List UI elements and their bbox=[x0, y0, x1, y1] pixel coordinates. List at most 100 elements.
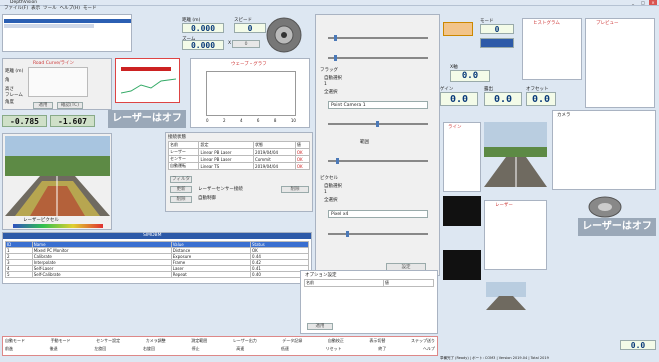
option-laser-connect[interactable]: レーザーセンサー接続 bbox=[198, 186, 243, 192]
simdbm-panel: SIMDBM ID Name Value Status 1 Mixed PC Mo… bbox=[2, 232, 312, 284]
footer-button[interactable]: ヘルプ bbox=[423, 346, 435, 352]
conn-cell: OK bbox=[294, 155, 311, 163]
simdbm-cell: 5 bbox=[5, 271, 33, 278]
simdbm-table: ID Name Value Status 1 Mixed PC Monitor Di… bbox=[5, 241, 309, 278]
file-list-panel bbox=[2, 14, 132, 52]
orange-action-button[interactable] bbox=[443, 22, 473, 36]
value-b-display: -1.607 bbox=[50, 115, 95, 127]
slider-b-track bbox=[328, 57, 428, 59]
file-list-item[interactable] bbox=[4, 24, 94, 28]
right-dial[interactable] bbox=[588, 196, 622, 218]
footer-button[interactable]: 手動モード bbox=[51, 338, 71, 344]
rotation-dial[interactable] bbox=[265, 16, 303, 54]
laser-chart-panel: レーザー bbox=[484, 200, 547, 270]
option-header-0: 名前 bbox=[304, 279, 384, 287]
footer-button[interactable]: 終了 bbox=[378, 346, 386, 352]
road-apply-button[interactable]: 適用 bbox=[33, 102, 53, 109]
x-tick-1: 2 bbox=[222, 118, 226, 123]
camera-dropdown[interactable]: Point Camera 1 bbox=[328, 101, 428, 109]
pixel-dropdown[interactable]: Pixel x4 bbox=[328, 210, 428, 218]
footer-button[interactable]: 自動モード bbox=[5, 338, 25, 344]
road-label-1: 角 bbox=[5, 78, 10, 83]
laser-chart-title: レーザー bbox=[495, 203, 513, 208]
menu-mode[interactable]: モード bbox=[83, 6, 97, 12]
slider-e-track bbox=[328, 233, 428, 235]
road-label-3: フレーム bbox=[5, 93, 23, 98]
conn-cell: OK bbox=[294, 148, 311, 156]
close-button[interactable]: × bbox=[649, 0, 657, 5]
refresh-button[interactable]: 更新 bbox=[170, 186, 192, 193]
slider-a-track bbox=[328, 37, 428, 39]
radio-b-1[interactable]: 1 bbox=[324, 190, 327, 195]
menu-view[interactable]: 表示 bbox=[31, 6, 40, 12]
footer-button[interactable]: 測定範囲 bbox=[191, 338, 207, 344]
footer-button[interactable]: 右旋回 bbox=[143, 346, 155, 352]
footer-button[interactable]: 前進 bbox=[5, 346, 13, 352]
footer-button[interactable]: レーザー出力 bbox=[233, 338, 257, 344]
histogram-panel: ヒストグラム bbox=[522, 18, 582, 80]
footer-panel: 自動モード 手動モード センサー設定 カメラ調整 測定範囲 レーザー出力 データ… bbox=[2, 336, 438, 356]
conn-header-2: 状態 bbox=[253, 141, 296, 149]
footer-button[interactable]: センサー設定 bbox=[96, 338, 120, 344]
wave-chart-panel: ウェーブ・グラフ 0 2 4 6 8 10 bbox=[190, 58, 310, 128]
radio-b-0[interactable]: 自動選択 bbox=[324, 183, 342, 189]
option-panel-title: オプション設定 bbox=[305, 273, 337, 278]
footer-button[interactable]: 高速 bbox=[236, 346, 244, 352]
menu-help[interactable]: ヘルプ(H) bbox=[60, 6, 80, 12]
footer-button[interactable]: 表示切替 bbox=[369, 338, 385, 344]
menu-tools[interactable]: ツール bbox=[43, 6, 57, 12]
road-image-panel: レーザーピクセル bbox=[2, 133, 112, 230]
x-axis-value: 0.0 bbox=[450, 70, 490, 82]
option-apply-button[interactable]: 適用 bbox=[307, 323, 333, 330]
minimize-button[interactable]: _ bbox=[629, 0, 637, 5]
slider-c-thumb[interactable] bbox=[376, 121, 379, 127]
filter-button[interactable]: フィルタ bbox=[170, 176, 192, 183]
option-auto-control[interactable]: 自動制御 bbox=[198, 195, 216, 201]
footer-button[interactable]: 左旋回 bbox=[94, 346, 106, 352]
table-row[interactable]: 自動運転 Linear TS 2019/04/04 OK bbox=[167, 162, 311, 170]
radio-a-1[interactable]: 1 bbox=[324, 82, 327, 87]
footer-row-1: 自動モード 手動モード センサー設定 カメラ調整 測定範囲 レーザー出力 データ… bbox=[5, 338, 435, 344]
conn-header-0: 名前 bbox=[167, 141, 200, 149]
footer-button[interactable]: カメラ調整 bbox=[146, 338, 166, 344]
x-value-field[interactable]: 0 bbox=[232, 40, 260, 48]
footer-button[interactable]: 低速 bbox=[281, 346, 289, 352]
footer-button[interactable]: 自動校正 bbox=[328, 338, 344, 344]
wave-chart-title: ウェーブ・グラフ bbox=[231, 62, 267, 67]
footer-button[interactable]: ステップ送り bbox=[411, 338, 435, 344]
table-row[interactable]: センサー Linear PB Laser Commit OK bbox=[167, 155, 311, 163]
x-tick-0: 0 bbox=[206, 118, 209, 123]
camera-image bbox=[484, 122, 547, 187]
footer-row-2: 前進 後退 左旋回 右旋回 停止 高速 低速 リセット 終了 ヘルプ bbox=[5, 346, 435, 352]
radio-a-2[interactable]: 全選択 bbox=[324, 89, 338, 95]
table-row[interactable]: レーザー Linear PB Laser 2019/04/04 OK bbox=[167, 148, 311, 156]
histogram-title: ヒストグラム bbox=[533, 21, 560, 26]
distance-value: 0.000 bbox=[182, 23, 224, 33]
slider-b-thumb[interactable] bbox=[334, 55, 337, 61]
x-tick-3: 6 bbox=[256, 118, 260, 123]
conn-cell: レーザー bbox=[167, 148, 200, 156]
small-chart-plot bbox=[121, 78, 176, 94]
radio-a-0[interactable]: 自動選択 bbox=[324, 75, 342, 81]
footer-button[interactable]: リセット bbox=[326, 346, 342, 352]
maximize-button[interactable]: □ bbox=[639, 0, 647, 5]
road-clear-button[interactable]: 確認(TC) bbox=[57, 102, 83, 109]
speed-value: 0 bbox=[234, 23, 266, 33]
delete-button-1[interactable]: 削除 bbox=[170, 196, 192, 203]
footer-button[interactable]: データ記録 bbox=[282, 338, 302, 344]
pixel-section-title: ピクセル bbox=[320, 176, 338, 181]
file-list-selected[interactable] bbox=[4, 19, 131, 23]
range-label: 範囲 bbox=[360, 140, 369, 145]
slider-d-thumb[interactable] bbox=[336, 158, 339, 164]
connection-table: 名前 設定 状態 値 レーザー Linear PB Laser 2019/04/… bbox=[167, 141, 311, 170]
footer-button[interactable]: 後退 bbox=[50, 346, 58, 352]
x-tick-5: 10 bbox=[290, 118, 296, 123]
menu-file[interactable]: ファイル(F) bbox=[4, 6, 28, 12]
road-curve-grid bbox=[28, 67, 88, 97]
slider-e-thumb[interactable] bbox=[346, 231, 349, 237]
delete-button-2[interactable]: 削除 bbox=[281, 186, 309, 193]
table-row[interactable]: 5 Self-Calibrate Repeat 0.40 bbox=[5, 271, 309, 278]
radio-b-2[interactable]: 全選択 bbox=[324, 197, 338, 203]
footer-button[interactable]: 停止 bbox=[192, 346, 200, 352]
slider-a-thumb[interactable] bbox=[334, 35, 337, 41]
